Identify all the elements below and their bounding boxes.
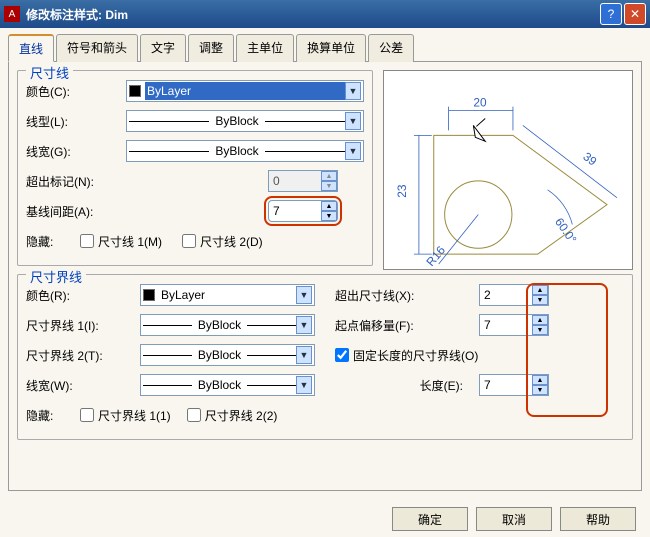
color-label: 颜色(C): — [26, 83, 122, 100]
spin-up-icon[interactable]: ▲ — [532, 315, 548, 325]
ext-lw-combo[interactable]: ByBlock ▼ — [140, 374, 315, 396]
close-button[interactable]: ✕ — [624, 3, 646, 25]
ext-lt2-label: 尺寸界线 2(T): — [26, 347, 136, 364]
chevron-down-icon[interactable]: ▼ — [296, 316, 312, 334]
ext-color-combo[interactable]: ByLayer ▼ — [140, 284, 315, 306]
svg-text:39: 39 — [580, 149, 599, 168]
group-dimline: 尺寸线 颜色(C): ByLayer ▼ 线型(L): ByBlock — [17, 70, 373, 266]
tab-tolerance[interactable]: 公差 — [368, 34, 414, 62]
line-sample: ByBlock — [129, 144, 345, 158]
chevron-down-icon[interactable]: ▼ — [296, 286, 312, 304]
ext-lt2-combo[interactable]: ByBlock ▼ — [140, 344, 315, 366]
ext-color-value: ByLayer — [159, 286, 296, 304]
chevron-down-icon[interactable]: ▼ — [345, 142, 361, 160]
offset-spinner[interactable]: ▲▼ — [479, 314, 549, 336]
tab-line[interactable]: 直线 — [8, 34, 54, 62]
group-extline: 尺寸界线 颜色(R): ByLayer ▼ 尺寸界线 1(I): — [17, 274, 633, 440]
extend-spinner: ▲▼ — [268, 170, 338, 192]
length-label: 长度(E): — [335, 377, 475, 394]
button-row: 确定 取消 帮助 — [392, 507, 636, 531]
chevron-down-icon[interactable]: ▼ — [296, 346, 312, 364]
ext-color-label: 颜色(R): — [26, 287, 136, 304]
line-sample: ByBlock — [129, 114, 345, 128]
chevron-down-icon[interactable]: ▼ — [345, 112, 361, 130]
app-icon: A — [4, 6, 20, 22]
color-combo[interactable]: ByLayer ▼ — [126, 80, 364, 102]
svg-text:R16: R16 — [423, 243, 448, 269]
offset-label: 起点偏移量(F): — [335, 317, 475, 334]
linetype-label: 线型(L): — [26, 113, 122, 130]
window-title: 修改标注样式: Dim — [26, 6, 598, 23]
spin-up-icon: ▲ — [321, 171, 337, 181]
color-swatch — [143, 289, 155, 301]
length-spinner[interactable]: ▲▼ — [479, 374, 549, 396]
cancel-button[interactable]: 取消 — [476, 507, 552, 531]
length-input[interactable] — [480, 378, 532, 392]
chevron-down-icon[interactable]: ▼ — [345, 82, 361, 100]
tab-symbols[interactable]: 符号和箭头 — [56, 34, 138, 62]
tab-primary[interactable]: 主单位 — [236, 34, 294, 62]
titlebar: A 修改标注样式: Dim ? ✕ — [0, 0, 650, 28]
color-swatch — [129, 85, 141, 97]
baseline-spinner[interactable]: ▲▼ — [268, 200, 338, 222]
beyond-spinner[interactable]: ▲▼ — [479, 284, 549, 306]
extline1-checkbox[interactable]: 尺寸界线 1(1) — [80, 407, 171, 424]
spin-up-icon[interactable]: ▲ — [532, 285, 548, 295]
chevron-down-icon[interactable]: ▼ — [296, 376, 312, 394]
spin-up-icon[interactable]: ▲ — [321, 201, 337, 211]
color-value: ByLayer — [145, 82, 345, 100]
extline-legend: 尺寸界线 — [26, 267, 86, 286]
line-sample: ByBlock — [143, 318, 296, 332]
ext-lt1-combo[interactable]: ByBlock ▼ — [140, 314, 315, 336]
tab-alt[interactable]: 换算单位 — [296, 34, 366, 62]
tab-text[interactable]: 文字 — [140, 34, 186, 62]
offset-input[interactable] — [480, 318, 532, 332]
cursor-icon — [473, 119, 485, 142]
beyond-label: 超出尺寸线(X): — [335, 287, 475, 304]
ok-button[interactable]: 确定 — [392, 507, 468, 531]
tab-fit[interactable]: 调整 — [188, 34, 234, 62]
preview-pane: 20 23 39 60.0° R16 — [383, 70, 633, 270]
extline2-checkbox[interactable]: 尺寸界线 2(2) — [187, 407, 278, 424]
fixed-length-checkbox[interactable]: 固定长度的尺寸界线(O) — [335, 347, 478, 364]
spin-down-icon[interactable]: ▼ — [532, 295, 548, 305]
spin-down-icon: ▼ — [321, 181, 337, 191]
baseline-label: 基线间距(A): — [26, 203, 122, 220]
ext-lw-label: 线宽(W): — [26, 377, 136, 394]
dimline2-checkbox[interactable]: 尺寸线 2(D) — [182, 233, 263, 250]
extend-label: 超出标记(N): — [26, 173, 122, 190]
hide-label: 隐藏: — [26, 233, 76, 250]
help-button[interactable]: ? — [600, 3, 622, 25]
spin-down-icon[interactable]: ▼ — [321, 211, 337, 221]
spin-down-icon[interactable]: ▼ — [532, 385, 548, 395]
dimline1-checkbox[interactable]: 尺寸线 1(M) — [80, 233, 162, 250]
svg-text:23: 23 — [395, 184, 409, 198]
extend-input — [269, 174, 321, 188]
preview-svg: 20 23 39 60.0° R16 — [384, 71, 632, 269]
svg-text:60.0°: 60.0° — [552, 215, 580, 246]
linetype-combo[interactable]: ByBlock ▼ — [126, 110, 364, 132]
lineweight-label: 线宽(G): — [26, 143, 122, 160]
line-sample: ByBlock — [143, 348, 296, 362]
line-sample: ByBlock — [143, 378, 296, 392]
spin-down-icon[interactable]: ▼ — [532, 325, 548, 335]
dimline-legend: 尺寸线 — [26, 63, 73, 82]
beyond-input[interactable] — [480, 288, 532, 302]
svg-text:20: 20 — [473, 96, 487, 110]
ext-lt1-label: 尺寸界线 1(I): — [26, 317, 136, 334]
spin-up-icon[interactable]: ▲ — [532, 375, 548, 385]
tab-bar: 直线 符号和箭头 文字 调整 主单位 换算单位 公差 — [8, 34, 642, 62]
dialog-body: 直线 符号和箭头 文字 调整 主单位 换算单位 公差 尺寸线 颜色(C): By… — [0, 28, 650, 537]
lineweight-combo[interactable]: ByBlock ▼ — [126, 140, 364, 162]
tab-panel: 尺寸线 颜色(C): ByLayer ▼ 线型(L): ByBlock — [8, 61, 642, 491]
ext-hide-label: 隐藏: — [26, 407, 76, 424]
help-button[interactable]: 帮助 — [560, 507, 636, 531]
baseline-input[interactable] — [269, 204, 321, 218]
